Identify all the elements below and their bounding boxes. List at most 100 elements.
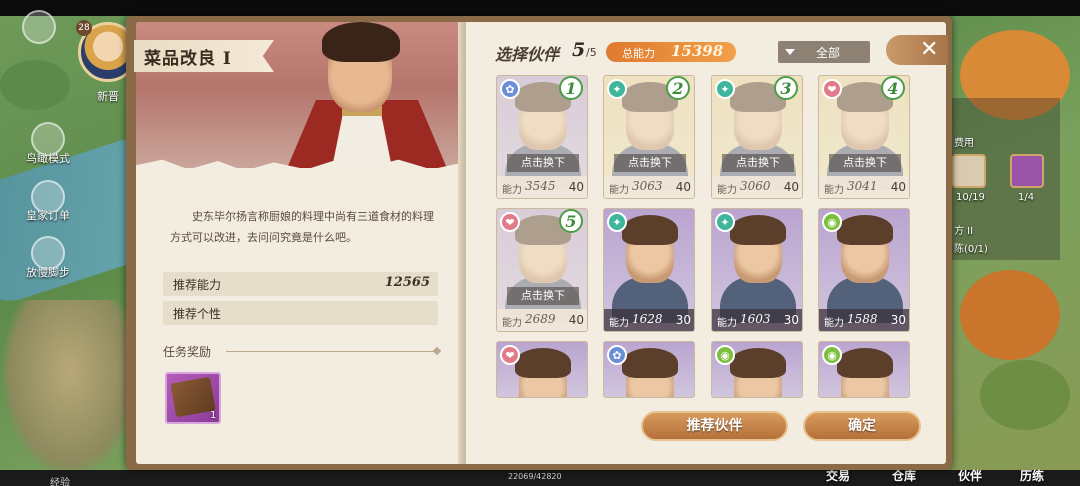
swap-out-label[interactable]: 点击换下: [829, 154, 901, 172]
swap-out-label[interactable]: 点击换下: [722, 154, 794, 172]
partner-card[interactable]: ✦ 能力 1628 30: [603, 208, 695, 332]
partner-power-bar: 能力 1588 30: [819, 309, 909, 331]
partner-power-value: 3060: [740, 179, 771, 193]
partner-power-value: 1603: [740, 312, 771, 326]
partner-power-value: 3041: [847, 179, 878, 193]
partner-level: 40: [568, 180, 584, 194]
partner-card[interactable]: ✦ 2 点击换下 能力 3063 40: [603, 75, 695, 199]
green-tree: [0, 60, 70, 110]
heart-trait-icon: ❤: [500, 345, 520, 365]
food-item-icon[interactable]: [952, 154, 986, 188]
partner-level: 40: [783, 180, 799, 194]
partner-card[interactable]: ❤: [496, 341, 588, 398]
swap-out-label[interactable]: 点击换下: [507, 154, 579, 172]
partner-power-value: 3545: [525, 179, 556, 193]
birdseye-mode-label[interactable]: 鸟瞰模式: [18, 150, 78, 166]
selected-count: 5: [572, 39, 586, 61]
partner-hair: [837, 348, 893, 378]
selected-total: /5: [586, 46, 597, 59]
power-prefix: 能力: [502, 318, 522, 329]
recommend-trait-row: 推荐个性: [163, 301, 438, 325]
sky-trait-icon: ✿: [607, 345, 627, 365]
character-hair: [322, 22, 400, 62]
road: [0, 300, 140, 480]
partner-card[interactable]: ◉: [818, 341, 910, 398]
partner-portrait: [519, 90, 567, 150]
eye-trait-icon: ◉: [715, 345, 735, 365]
power-prefix: 能力: [502, 185, 522, 196]
partner-card[interactable]: ✦ 能力 1603 30: [711, 208, 803, 332]
quest-text-a: 方 II: [954, 226, 974, 237]
partner-level: 40: [890, 180, 906, 194]
reward-title: 任务奖励: [163, 345, 212, 359]
item-count-b: 1/4: [1018, 192, 1035, 203]
item-count-a: 10/19: [956, 192, 985, 203]
player-level-badge: 28: [76, 20, 92, 36]
recipe-book-icon: [170, 376, 216, 418]
slot-number-badge: 4: [881, 76, 905, 100]
partner-level: 40: [568, 313, 584, 327]
run-trait-icon: ✦: [715, 79, 735, 99]
confirm-button[interactable]: 确定: [803, 411, 921, 441]
sky-trait-icon: ✿: [500, 79, 520, 99]
partner-level: 30: [783, 313, 799, 327]
power-prefix: 能力: [717, 185, 737, 196]
quest-title: 菜品改良 I: [144, 49, 232, 69]
fee-label: 费用: [954, 138, 974, 149]
run-trait-icon: ✦: [607, 79, 627, 99]
recommend-partner-button[interactable]: 推荐伙伴: [641, 411, 788, 441]
reward-count: 1: [210, 410, 217, 421]
total-power-label: 总能力: [622, 47, 655, 60]
slot-number-badge: 3: [774, 76, 798, 100]
filter-value[interactable]: 全部: [816, 44, 840, 61]
eye-trait-icon: ◉: [822, 212, 842, 232]
power-prefix: 能力: [824, 185, 844, 196]
partner-card[interactable]: ❤ 4 点击换下 能力 3041 40: [818, 75, 910, 199]
swap-out-label[interactable]: 点击换下: [507, 287, 579, 305]
heart-trait-icon: ❤: [500, 212, 520, 232]
partner-power-value: 3063: [632, 179, 663, 193]
partner-card[interactable]: ◉: [711, 341, 803, 398]
partner-card[interactable]: ◉ 能力 1588 30: [818, 208, 910, 332]
royal-order-label[interactable]: 皇家订单: [18, 207, 78, 223]
partner-power-bar: 能力 3063 40: [604, 176, 694, 198]
dish-item-icon[interactable]: [1010, 154, 1044, 188]
quest-text-b: 陈(0/1): [954, 244, 988, 255]
partner-hair: [622, 215, 678, 245]
run-trait-icon: ✦: [607, 212, 627, 232]
partner-hair: [622, 348, 678, 378]
partner-card[interactable]: ✦ 3 点击换下能力 3060 40: [711, 75, 803, 199]
select-partner-label: 选择伙伴: [495, 45, 560, 64]
slot-number-badge: 5: [559, 209, 583, 233]
close-button[interactable]: [886, 35, 948, 65]
slot-number-badge: 1: [559, 76, 583, 100]
partner-power-bar: 能力 3545 40: [497, 176, 587, 198]
partner-hair: [730, 348, 786, 378]
partner-power-bar: 能力 3041 40: [819, 176, 909, 198]
partner-hair: [837, 215, 893, 245]
partner-power-bar: 能力 3060 40: [712, 176, 802, 198]
power-prefix: 能力: [824, 318, 844, 329]
partner-card[interactable]: ✿ 1 点击换下能力 3545 40: [496, 75, 588, 199]
nav-training[interactable]: 历练: [1020, 467, 1044, 484]
partner-card[interactable]: ❤ 5 点击换下 能力 2689 40: [496, 208, 588, 332]
total-power-value: 15398: [671, 42, 724, 60]
partner-level: 30: [675, 313, 691, 327]
partner-portrait: [519, 223, 567, 283]
partner-level: 30: [890, 313, 906, 327]
nav-partners[interactable]: 伙伴: [958, 467, 982, 484]
recommend-power-label: 推荐能力: [173, 278, 222, 292]
exp-label: 经验: [50, 478, 70, 486]
slow-down-label[interactable]: 放慢脚步: [18, 264, 78, 280]
partner-portrait: [626, 90, 674, 150]
run-trait-icon: ✦: [715, 212, 735, 232]
swap-out-label[interactable]: 点击换下: [614, 154, 686, 172]
partner-power-bar: 能力 1628 30: [604, 309, 694, 331]
home-icon[interactable]: [22, 10, 56, 44]
partner-power-bar: 能力 1603 30: [712, 309, 802, 331]
close-icon[interactable]: ✕: [920, 37, 938, 62]
partner-card[interactable]: ✿: [603, 341, 695, 398]
exp-value: 22069/42820: [508, 472, 562, 481]
partner-hair: [515, 348, 571, 378]
eye-trait-icon: ◉: [822, 345, 842, 365]
